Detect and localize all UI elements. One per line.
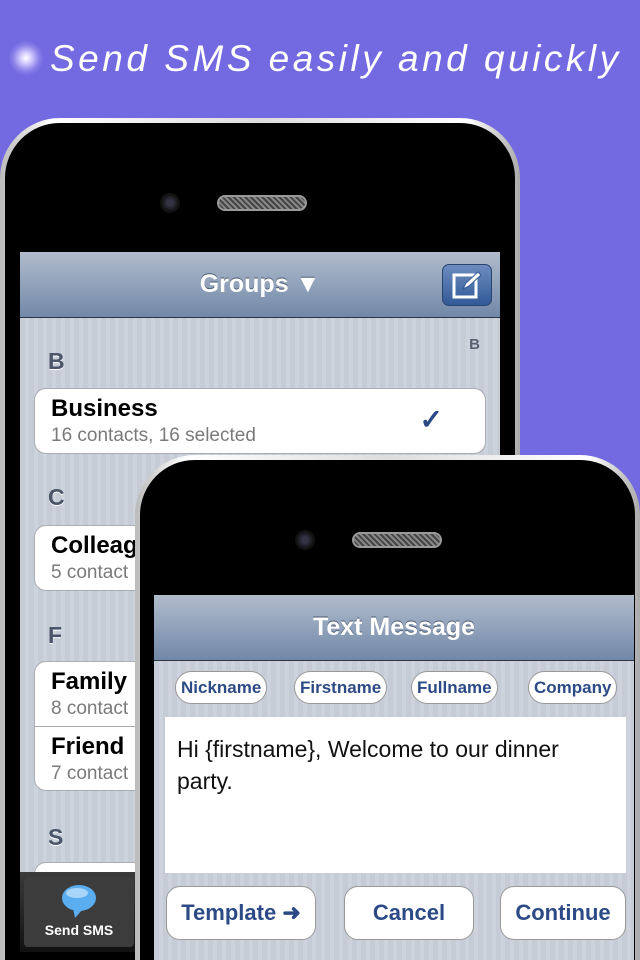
company-chip[interactable]: Company: [528, 671, 618, 704]
speaker-grille: [217, 195, 307, 211]
speaker-grille: [352, 532, 442, 548]
groups-title[interactable]: Groups ▼: [200, 270, 321, 299]
section-header: C: [48, 484, 65, 510]
front-phone: Text Message Nickname Firstname Fullname…: [135, 455, 640, 960]
firstname-chip[interactable]: Firstname: [294, 671, 388, 704]
cancel-button[interactable]: Cancel: [344, 886, 474, 940]
tab-send-sms[interactable]: Send SMS: [24, 877, 134, 947]
section-header: B: [48, 348, 65, 374]
template-button[interactable]: Template ➜: [166, 886, 316, 940]
tab-label: Send SMS: [44, 922, 114, 938]
speech-bubble-icon: [62, 885, 96, 918]
groups-navbar: Groups ▼: [20, 252, 500, 318]
group-detail: 16 contacts, 16 selected: [51, 425, 256, 446]
sparkle-icon: [8, 40, 44, 76]
section-header: F: [48, 622, 63, 648]
group-row-business[interactable]: Business 16 contacts, 16 selected ✓: [35, 389, 485, 453]
group-list: Business 16 contacts, 16 selected ✓: [34, 388, 486, 454]
fullname-chip[interactable]: Fullname: [411, 671, 498, 704]
continue-button[interactable]: Continue: [500, 886, 626, 940]
message-screen: Text Message Nickname Firstname Fullname…: [154, 595, 634, 960]
headline: Send SMS easily and quickly: [50, 38, 622, 79]
section-header: S: [48, 824, 64, 850]
message-textarea[interactable]: Hi {firstname}, Welcome to our dinner pa…: [165, 717, 626, 873]
section-index[interactable]: B: [469, 336, 480, 353]
compose-button[interactable]: [442, 264, 492, 306]
group-name: Business: [51, 395, 158, 422]
message-title: Text Message: [312, 613, 476, 641]
checkmark-icon: ✓: [419, 404, 443, 435]
message-navbar: Text Message: [154, 595, 634, 661]
camera-icon: [295, 530, 315, 550]
nickname-chip[interactable]: Nickname: [175, 671, 268, 704]
compose-icon: [452, 271, 482, 299]
camera-icon: [160, 193, 180, 213]
